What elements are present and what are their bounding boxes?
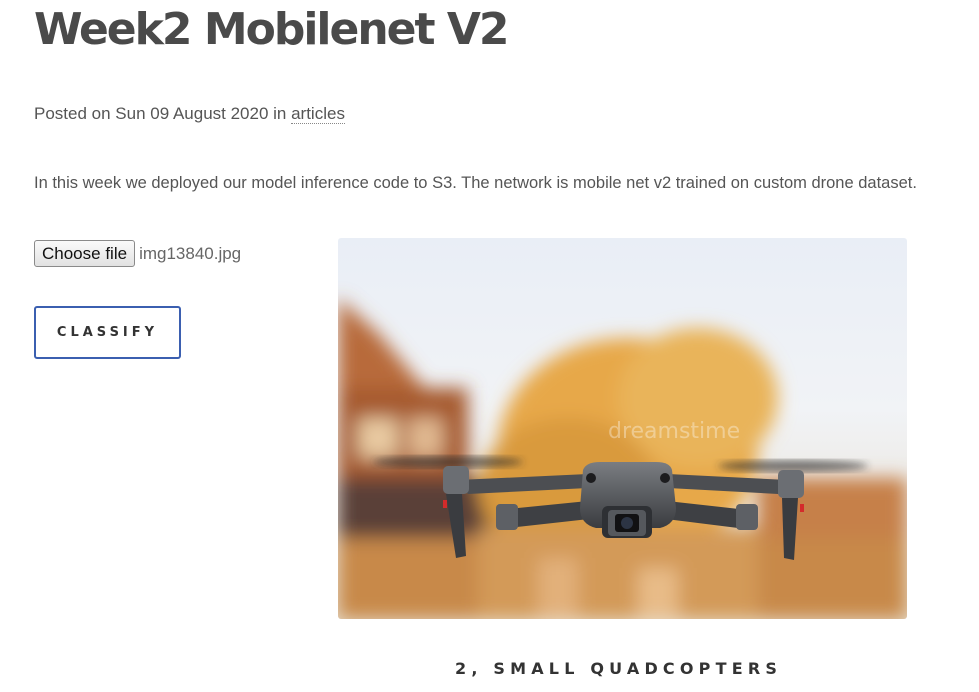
classify-button[interactable]: CLASSIFY xyxy=(34,306,181,359)
classification-result: 2, SMALL QUADCOPTERS xyxy=(455,659,783,678)
post-intro: In this week we deployed our model infer… xyxy=(34,174,917,192)
page-title: Week2 Mobilenet V2 xyxy=(34,4,510,55)
svg-text:dreamstime: dreamstime xyxy=(608,419,740,444)
posted-date: Posted on Sun 09 August 2020 in xyxy=(34,104,292,123)
category-link[interactable]: articles xyxy=(291,104,345,124)
selected-file-name: img13840.jpg xyxy=(139,243,242,263)
drone-image: dreamstime xyxy=(338,238,907,619)
choose-file-button[interactable]: Choose file xyxy=(34,240,136,267)
post-meta: Posted on Sun 09 August 2020 in articles xyxy=(34,104,345,124)
file-upload: Choose file img13840.jpg xyxy=(34,240,241,267)
